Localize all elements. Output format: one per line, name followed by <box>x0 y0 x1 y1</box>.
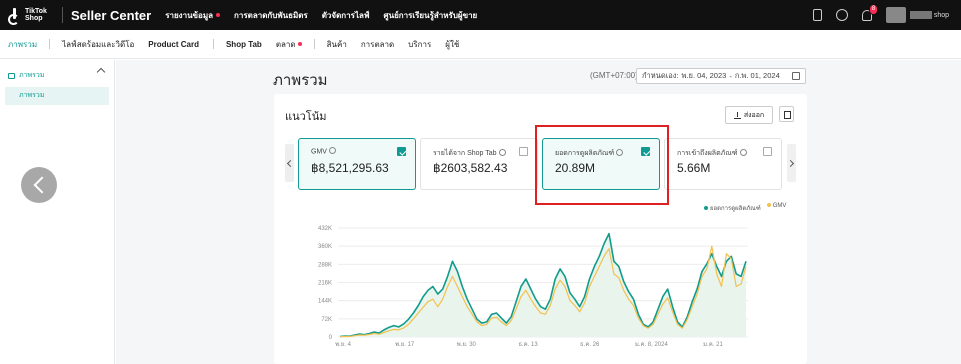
metric-card-product-reach[interactable]: การเข้าถึงผลิตภัณฑ์ 5.66M <box>664 138 782 190</box>
metric-value: 5.66M <box>677 161 711 175</box>
support-icon[interactable] <box>835 9 848 21</box>
x-tick-label: ม.ค. 8, 2024 <box>635 342 669 348</box>
top-nav-label: ตัวจัดการไลฟ์ <box>321 10 370 20</box>
metric-label: GMV <box>311 148 327 156</box>
tab-service[interactable]: บริการ <box>408 38 431 51</box>
sidebar-section-overview[interactable]: ภาพรวม <box>8 67 108 81</box>
x-tick-label: พ.ย. 17 <box>395 341 415 348</box>
y-tick-label: 360K <box>318 244 332 250</box>
back-button[interactable] <box>21 167 57 203</box>
y-tick-label: 216K <box>318 281 332 287</box>
avatar[interactable] <box>885 7 906 23</box>
tab-products[interactable]: สินค้า <box>327 38 347 51</box>
metric-value: ฿2603,582.43 <box>433 161 508 175</box>
y-tick-label: 72K <box>321 317 332 323</box>
date-start: พ.ย. 04, 2023 <box>681 71 727 80</box>
metric-value: ฿8,521,295.63 <box>311 161 389 175</box>
tab-market[interactable]: ตลาด <box>276 38 296 51</box>
topbar-divider <box>62 7 63 23</box>
y-tick-label: 144K <box>318 299 332 305</box>
tab-users[interactable]: ผู้ใช้ <box>445 38 459 51</box>
metric-label: รายได้จาก Shop Tab <box>433 150 497 157</box>
metrics-next-button[interactable] <box>787 144 796 182</box>
tab-marketing[interactable]: การตลาด <box>361 38 394 51</box>
logo-text-line1: TikTok <box>25 8 47 15</box>
download-icon <box>733 111 741 119</box>
metric-label: การเข้าถึงผลิตภัณฑ์ <box>677 150 738 157</box>
notification-badge: 8 <box>868 3 879 15</box>
x-tick-label: ธ.ค. 26 <box>580 341 600 348</box>
x-tick-label: พ.ย. 30 <box>457 341 477 348</box>
top-bar-right: 8 shop <box>812 0 949 30</box>
help-icon[interactable] <box>739 148 747 156</box>
y-tick-label: 288K <box>318 262 332 268</box>
metric-card-gmv[interactable]: GMV ฿8,521,295.63 <box>298 138 416 190</box>
legend-label: GMV <box>772 203 787 209</box>
top-bar: TikTok Shop Seller Center รายงานข้อมูล ก… <box>0 0 961 30</box>
annotation-highlight-box <box>535 125 669 205</box>
sub-nav: ภาพรวม ไลฟ์สดร้อมและวิดีโอ Product Card … <box>0 30 961 59</box>
timezone-label: (GMT+07:00) <box>590 71 638 80</box>
calendar-icon <box>792 72 800 80</box>
tiktok-shop-logo[interactable]: TikTok Shop <box>8 7 58 25</box>
help-icon[interactable] <box>328 147 336 154</box>
export-label: ส่งออก <box>743 111 765 119</box>
new-indicator-dot <box>216 13 220 17</box>
new-indicator-dot <box>297 42 302 46</box>
legend-item-gmv[interactable]: GMV <box>766 203 787 213</box>
metrics-prev-button[interactable] <box>285 144 294 182</box>
x-tick-label: ธ.ค. 13 <box>518 341 538 348</box>
x-tick-label: พ.ย. 4 <box>335 341 351 348</box>
x-tick-label: ม.ค. 21 <box>703 342 723 348</box>
sidebar: ภาพรวม ภาพรวม <box>0 60 115 364</box>
logo-text-line2: Shop <box>25 15 43 22</box>
tab-live-video[interactable]: ไลฟ์สดร้อมและวิดีโอ <box>62 38 134 51</box>
tab-shop-tab[interactable]: Shop Tab <box>226 40 262 49</box>
export-button[interactable]: ส่งออก <box>725 106 773 124</box>
page-title: ภาพรวม <box>273 72 328 89</box>
bell-icon[interactable]: 8 <box>861 3 879 21</box>
date-end: ก.พ. 01, 2024 <box>734 71 780 80</box>
sidebar-item-overview[interactable]: ภาพรวม <box>5 87 109 105</box>
shop-name[interactable]: shop <box>910 11 949 19</box>
date-range-picker[interactable]: กำหนดเอง: พ.ย. 04, 2023 - ก.พ. 01, 2024 <box>636 68 806 84</box>
legend-label: ยอดการดูผลิตภัณฑ์ <box>710 206 761 212</box>
y-tick-label: 0 <box>329 335 333 341</box>
divider <box>313 39 315 49</box>
top-nav: รายงานข้อมูล การตลาดกับพันธมิตร ตัวจัดกา… <box>165 9 477 22</box>
mobile-icon[interactable] <box>812 9 822 21</box>
trend-title: แนวโน้ม <box>285 111 327 123</box>
customize-metrics-button[interactable] <box>779 106 794 122</box>
chevron-up-icon[interactable] <box>96 67 106 77</box>
seller-center-title[interactable]: Seller Center <box>71 8 151 23</box>
divider <box>212 39 214 49</box>
top-nav-seller-university[interactable]: ศูนย์การเรียนรู้สำหรับผู้ขาย <box>384 9 478 22</box>
chart-legend: ยอดการดูผลิตภัณฑ์ GMV <box>704 203 786 213</box>
top-nav-data-report[interactable]: รายงานข้อมูล <box>165 9 220 22</box>
top-nav-live-manager[interactable]: ตัวจัดการไลฟ์ <box>322 9 370 22</box>
metric-checkbox[interactable] <box>519 147 528 156</box>
y-tick-label: 432K <box>318 226 332 232</box>
trend-chart: 432K 360K 288K 216K 144K 72K 0พ.ย. 4 พ.ย. 17 พ.ย… <box>318 226 748 348</box>
tab-overview[interactable]: ภาพรวม <box>8 38 37 51</box>
top-nav-affiliate[interactable]: การตลาดกับพันธมิตร <box>234 9 308 22</box>
top-nav-label: ศูนย์การเรียนรู้สำหรับผู้ขาย <box>383 10 478 20</box>
help-icon[interactable] <box>498 148 506 156</box>
overview-icon <box>8 72 15 79</box>
tiktok-logo-icon <box>8 7 22 25</box>
metric-checkbox[interactable] <box>397 147 406 156</box>
tab-product-card[interactable]: Product Card <box>148 40 199 49</box>
date-range-label: กำหนดเอง: <box>642 71 679 80</box>
metric-checkbox[interactable] <box>763 147 772 156</box>
legend-dot <box>704 206 708 211</box>
top-nav-label: การตลาดกับพันธมิตร <box>234 10 308 20</box>
date-separator: - <box>729 71 732 81</box>
legend-dot <box>766 203 771 208</box>
metric-card-shop-tab-revenue[interactable]: รายได้จาก Shop Tab ฿2603,582.43 <box>420 138 538 190</box>
divider <box>49 39 51 49</box>
sidebar-section-label: ภาพรวม <box>19 72 45 79</box>
legend-item-views[interactable]: ยอดการดูผลิตภัณฑ์ <box>704 203 761 213</box>
top-nav-label: รายงานข้อมูล <box>165 10 213 20</box>
